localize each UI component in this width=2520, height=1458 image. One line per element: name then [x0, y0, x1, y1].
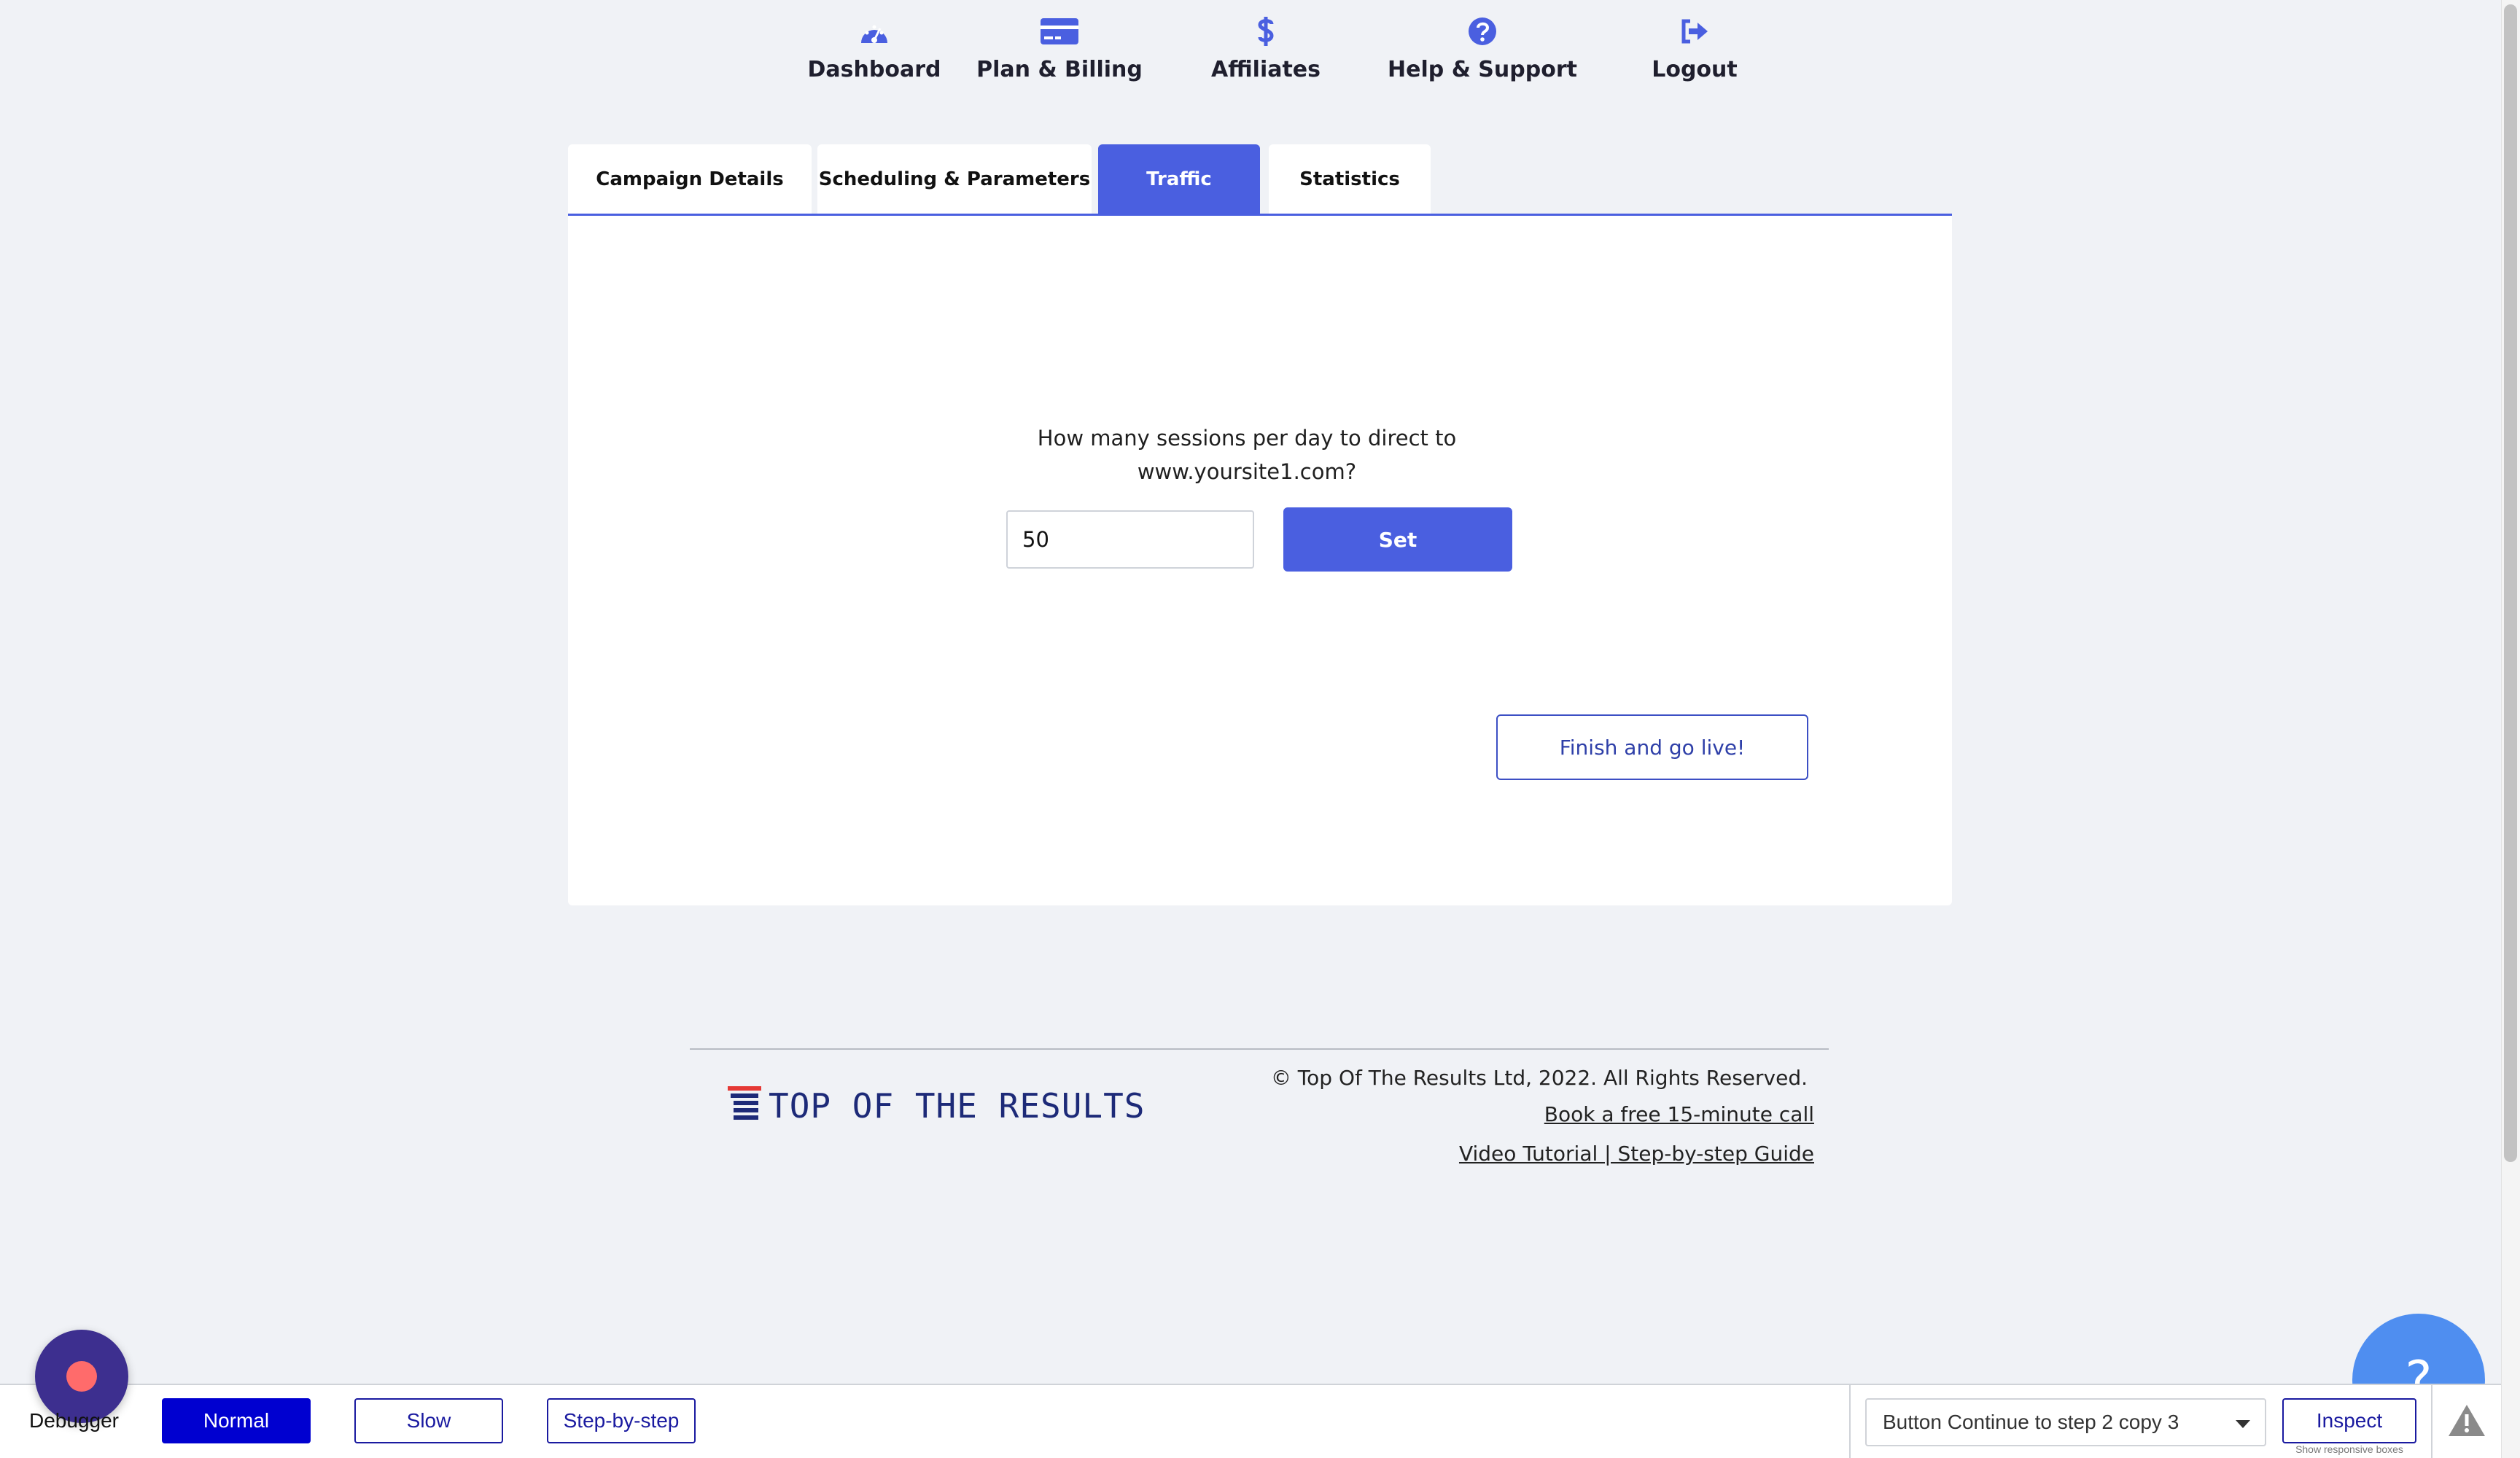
logout-icon — [1680, 15, 1709, 48]
tab-traffic[interactable]: Traffic — [1098, 144, 1260, 214]
finish-go-live-button[interactable]: Finish and go live! — [1496, 714, 1808, 780]
sessions-question: How many sessions per day to direct to w… — [984, 421, 1509, 488]
tab-statistics[interactable]: Statistics — [1269, 144, 1431, 214]
footer-divider — [690, 1048, 1829, 1050]
record-dot-icon — [66, 1361, 97, 1392]
tab-campaign-details[interactable]: Campaign Details — [568, 144, 812, 214]
set-button[interactable]: Set — [1283, 507, 1512, 572]
nav-dashboard-label: Dashboard — [807, 57, 941, 82]
company-logo: TOP OF THE RESULTS — [728, 1086, 1146, 1126]
show-responsive-boxes-label[interactable]: Show responsive boxes — [2287, 1443, 2412, 1455]
nav-help-support[interactable]: Help & Support — [1388, 15, 1577, 82]
top-navigation: Dashboard Plan & Billing Affiliates Help… — [0, 0, 2520, 109]
page-scrollbar-thumb[interactable] — [2504, 4, 2517, 1162]
question-circle-icon — [1468, 15, 1497, 48]
inspect-button[interactable]: Inspect — [2282, 1398, 2416, 1443]
warning-icon[interactable] — [2447, 1403, 2486, 1441]
nav-dashboard[interactable]: Dashboard — [788, 15, 960, 82]
nav-help-support-label: Help & Support — [1388, 57, 1577, 82]
mode-normal-button[interactable]: Normal — [162, 1398, 311, 1443]
nav-plan-billing-label: Plan & Billing — [976, 57, 1143, 82]
video-tutorial-guide-link[interactable]: Video Tutorial | Step-by-step Guide — [1459, 1142, 1814, 1166]
nav-logout-label: Logout — [1652, 57, 1738, 82]
book-call-link[interactable]: Book a free 15-minute call — [1544, 1102, 1814, 1126]
sessions-per-day-input[interactable] — [1006, 510, 1254, 569]
step-select-value: Button Continue to step 2 copy 3 — [1883, 1411, 2179, 1433]
question-line-2: www.yoursite1.com? — [1137, 459, 1357, 484]
question-line-1: How many sessions per day to direct to — [1037, 426, 1457, 451]
logo-stack-icon — [728, 1086, 761, 1126]
chevron-down-icon — [2236, 1420, 2250, 1428]
tab-scheduling-parameters[interactable]: Scheduling & Parameters — [817, 144, 1092, 214]
nav-affiliates-label: Affiliates — [1210, 57, 1321, 82]
credit-card-icon — [1040, 15, 1079, 48]
debugger-divider-right — [2431, 1385, 2432, 1458]
debugger-label: Debugger — [29, 1409, 119, 1432]
nav-affiliates[interactable]: Affiliates — [1210, 15, 1321, 82]
nav-logout[interactable]: Logout — [1651, 15, 1738, 82]
debugger-divider — [1849, 1385, 1851, 1458]
step-select-dropdown[interactable]: Button Continue to step 2 copy 3 — [1865, 1398, 2266, 1446]
mode-slow-button[interactable]: Slow — [354, 1398, 503, 1443]
traffic-panel — [568, 216, 1952, 905]
nav-plan-billing[interactable]: Plan & Billing — [976, 15, 1143, 82]
logo-text: TOP OF THE RESULTS — [769, 1086, 1146, 1126]
dollar-icon — [1256, 15, 1276, 48]
dashboard-gauge-icon — [858, 15, 890, 48]
mode-step-by-step-button[interactable]: Step-by-step — [547, 1398, 696, 1443]
copyright-text: © Top Of The Results Ltd, 2022. All Righ… — [1270, 1066, 1808, 1090]
